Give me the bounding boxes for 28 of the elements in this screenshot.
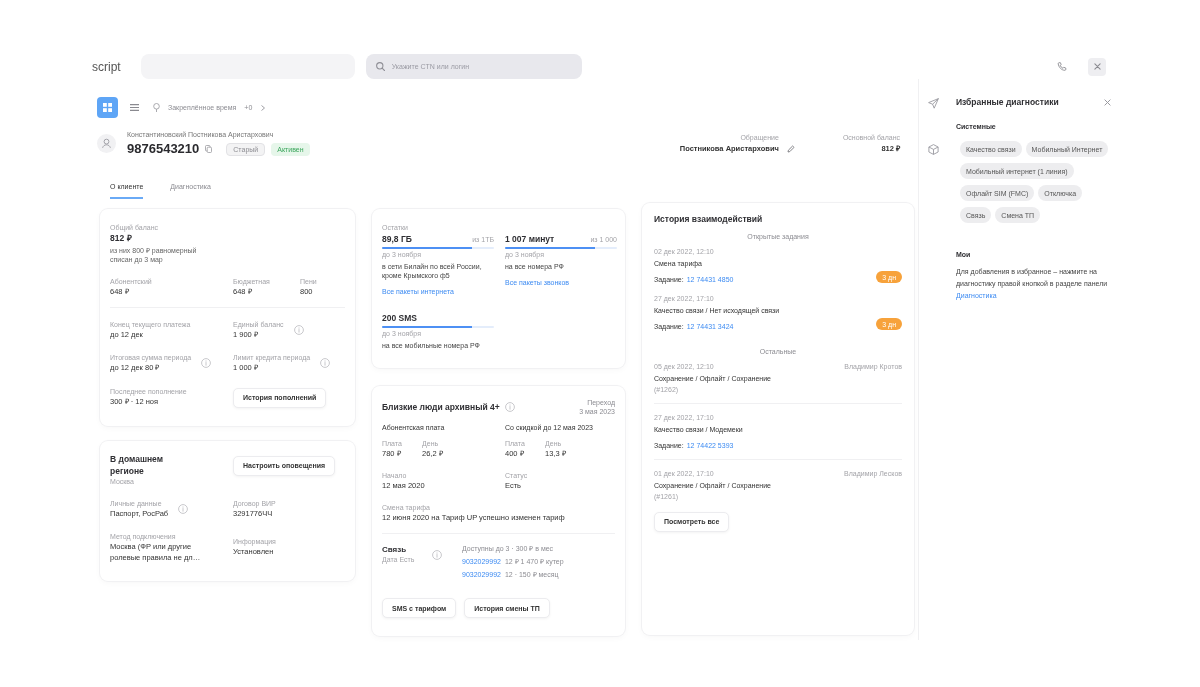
close-icon [1093, 63, 1101, 70]
package-amount: 1 007 минут [505, 233, 555, 245]
connection-title: Связь [382, 544, 408, 555]
panel-title: Избранные диагностики [956, 97, 1059, 107]
close-icon[interactable] [1104, 98, 1111, 106]
region-title: В домашнем регионе [110, 452, 164, 477]
tariff-title: Близкие люди архивный 4+ [382, 402, 500, 412]
paper-plane-icon[interactable] [927, 98, 939, 109]
client-phone: 9876543210 [127, 141, 200, 157]
list-icon[interactable] [130, 104, 139, 111]
info-icon [504, 402, 515, 412]
pencil-icon[interactable] [786, 144, 795, 153]
info-icon [432, 549, 443, 560]
close-button[interactable] [1088, 57, 1106, 76]
pin-icon [153, 103, 160, 112]
chevron-icon[interactable] [260, 104, 267, 111]
grid-view-button[interactable] [97, 97, 118, 118]
grid-icon [103, 103, 112, 112]
box-icon[interactable] [927, 144, 939, 155]
total-balance: 812 ₽ [110, 232, 133, 244]
package-amount: 200 SMS [382, 312, 417, 324]
avatar-icon [97, 134, 116, 153]
history-title: История взаимодействий [654, 213, 764, 225]
copy-icon[interactable] [205, 145, 213, 153]
phone-icon[interactable] [1057, 61, 1067, 72]
package-amount: 89,8 ГБ [382, 233, 412, 245]
logo[interactable]: script [92, 59, 121, 74]
search-icon [375, 62, 385, 71]
